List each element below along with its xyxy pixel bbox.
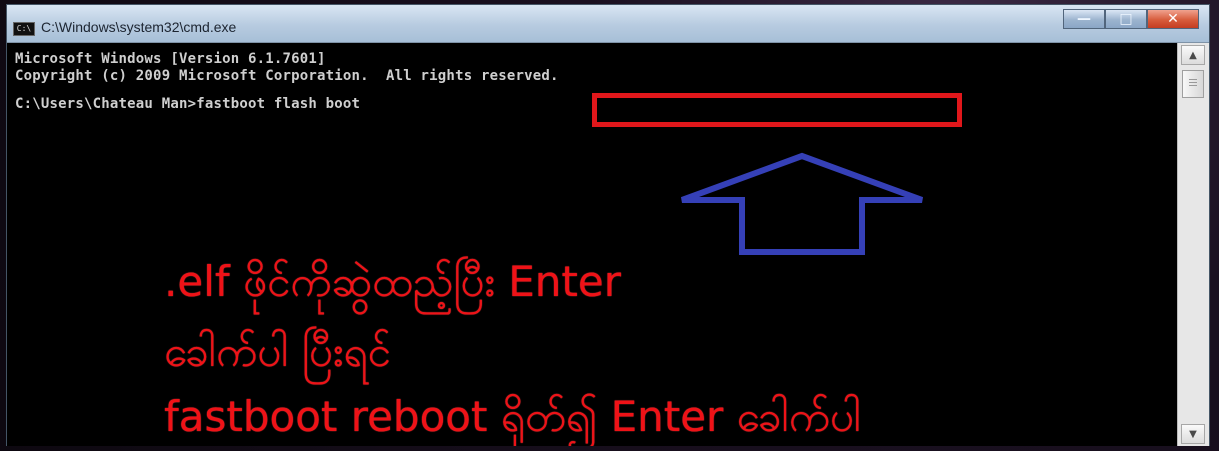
console-version-line: Microsoft Windows [Version 6.1.7601] (15, 51, 326, 67)
scroll-thumb[interactable] (1182, 70, 1204, 98)
window-controls: — □ ✕ (1063, 9, 1199, 29)
console-output[interactable]: Microsoft Windows [Version 6.1.7601] Cop… (7, 43, 1177, 446)
scroll-up-icon[interactable]: ▲ (1181, 45, 1205, 65)
window-title: C:\Windows\system32\cmd.exe (41, 19, 237, 35)
title-bar[interactable]: C:\ C:\Windows\system32\cmd.exe — □ ✕ (7, 5, 1209, 43)
maximize-button[interactable]: □ (1105, 9, 1147, 29)
scroll-grip-icon (1189, 79, 1197, 89)
instruction-text-1: .elf ဖိုင်ကိုဆွဲထည့်ပြီး Enter (164, 257, 621, 306)
scroll-down-icon[interactable]: ▼ (1181, 424, 1205, 444)
instruction-text-2: ခေါက်ပါ ပြီးရင် (164, 327, 391, 376)
up-arrow-icon (680, 152, 924, 255)
console-command-line: C:\Users\Chateau Man>fastboot flash boot (15, 96, 361, 112)
highlight-box (592, 93, 962, 127)
vertical-scrollbar[interactable]: ▲ ▼ (1177, 43, 1209, 446)
cmd-icon: C:\ (13, 22, 35, 36)
minimize-button[interactable]: — (1063, 9, 1105, 29)
console-copyright-line: Copyright (c) 2009 Microsoft Corporation… (15, 68, 559, 84)
instruction-text-3: fastboot reboot ရိုတ်၍ Enter ခေါက်ပါ (164, 392, 862, 441)
close-button[interactable]: ✕ (1147, 9, 1199, 29)
command-prompt-window: C:\ C:\Windows\system32\cmd.exe — □ ✕ Mi… (6, 4, 1210, 446)
desktop-background: C:\ C:\Windows\system32\cmd.exe — □ ✕ Mi… (0, 0, 1219, 451)
